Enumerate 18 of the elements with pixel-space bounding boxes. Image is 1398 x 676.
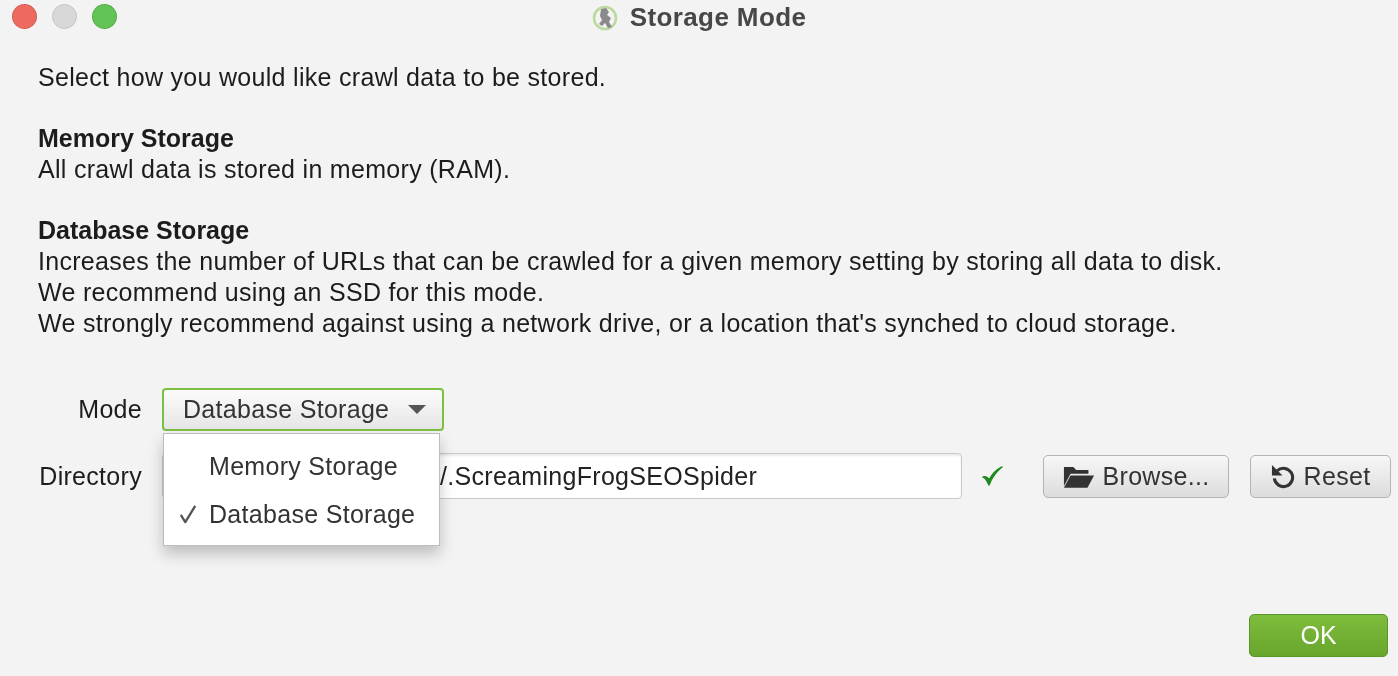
window-title: Storage Mode bbox=[629, 2, 807, 33]
caret-icon bbox=[408, 405, 426, 414]
app-logo-icon bbox=[591, 4, 618, 31]
description-text: We recommend using an SSD for this mode. bbox=[38, 277, 546, 308]
close-button[interactable] bbox=[12, 4, 37, 29]
section-heading: Database Storage bbox=[38, 215, 251, 246]
browse-button[interactable]: Browse... bbox=[1043, 454, 1229, 498]
mode-dropdown[interactable]: Database Storage bbox=[162, 388, 444, 431]
section-heading: Memory Storage bbox=[38, 123, 235, 154]
reset-button[interactable]: Reset bbox=[1250, 454, 1391, 498]
maximize-button[interactable] bbox=[92, 4, 117, 29]
description-text: All crawl data is stored in memory (RAM). bbox=[38, 154, 512, 185]
description-text: Increases the number of URLs that can be crawled for a given memory setting by storing all data to disk. bbox=[38, 246, 1224, 277]
intro-text: Select how you would like crawl data to be stored. bbox=[38, 62, 608, 93]
undo-icon bbox=[1270, 463, 1296, 489]
directory-label: Directory bbox=[38, 461, 142, 491]
mode-label: Mode bbox=[77, 395, 142, 424]
description-text: We strongly recommend against using a network drive, or a location that's synched to cloud storage. bbox=[38, 308, 1178, 339]
